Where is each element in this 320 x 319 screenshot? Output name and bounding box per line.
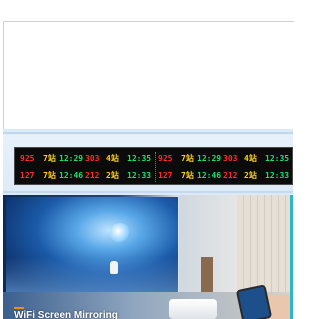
led-cell: 303 [85, 154, 100, 163]
led-cell: 303 [223, 154, 238, 163]
led-cell: 212 [223, 171, 238, 180]
projection-screen [6, 197, 178, 292]
led-cell: 127 [20, 171, 35, 180]
led-cell: 12:46 [197, 171, 222, 180]
led-cell: 12:29 [59, 154, 84, 163]
product-banner-image[interactable]: WiFi Screen Mirroring [3, 195, 293, 319]
banner-caption: WiFi Screen Mirroring [14, 310, 118, 319]
led-row-2: 127 7站 12:46 212 2站 12:33 127 7站 12:46 212 2站 12:33 [17, 168, 291, 183]
caption-accent-bar [14, 307, 24, 309]
frame-bottom-edge [3, 191, 293, 193]
led-cell: 12:33 [127, 171, 152, 180]
ocean-wave [6, 257, 178, 292]
led-cell: 7站 [181, 171, 194, 180]
led-cell: 2站 [244, 171, 257, 180]
led-cell: 4站 [244, 154, 257, 163]
astronaut-figure [110, 261, 118, 274]
led-cell: 925 [158, 154, 173, 163]
led-cell: 7站 [43, 171, 56, 180]
led-cell: 925 [20, 154, 35, 163]
frame-top-edge [3, 132, 293, 134]
window-curtain [237, 195, 293, 295]
led-divider [155, 152, 157, 182]
planet-glow [110, 223, 130, 243]
led-cell: 12:35 [265, 154, 290, 163]
led-cell: 7站 [181, 154, 194, 163]
wooden-cabinet [201, 257, 213, 293]
led-row-1: 925 7站 12:29 303 4站 12:35 925 7站 12:29 303 4站 12:35 [17, 151, 291, 166]
led-cell: 4站 [106, 154, 119, 163]
led-cell: 2站 [106, 171, 119, 180]
led-cell: 7站 [43, 154, 56, 163]
led-bus-arrival-board: 925 7站 12:29 303 4站 12:35 925 7站 12:29 303 4站 12:35… [14, 147, 293, 185]
projector-device [169, 299, 217, 319]
led-cell: 12:29 [197, 154, 222, 163]
led-cell: 212 [85, 171, 100, 180]
led-display-frame: 925 7站 12:29 303 4站 12:35 925 7站 12:29 303 4站 12:35… [3, 129, 293, 195]
top-blank-panel [3, 21, 294, 130]
led-cell: 127 [158, 171, 173, 180]
teal-edge-strip [290, 195, 293, 319]
led-cell: 12:46 [59, 171, 84, 180]
led-cell: 12:35 [127, 154, 152, 163]
led-cell: 12:33 [265, 171, 290, 180]
